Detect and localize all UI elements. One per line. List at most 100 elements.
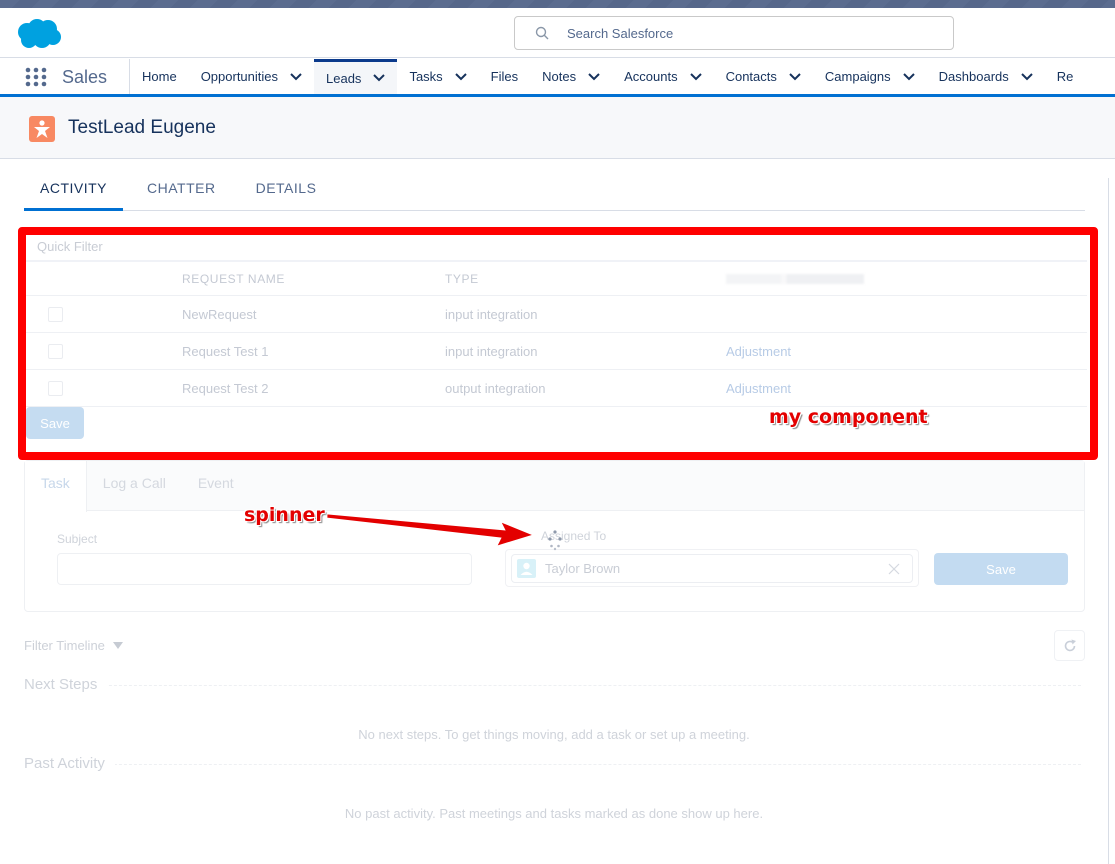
third-cell: Adjustment <box>726 333 791 369</box>
nav-item-notes[interactable]: Notes <box>530 59 612 94</box>
tab-chatter[interactable]: CHATTER <box>131 170 232 211</box>
publisher-tab-task[interactable]: Task <box>25 461 87 512</box>
nav-item-label: Contacts <box>725 69 777 84</box>
nav-item-accounts[interactable]: Accounts <box>612 59 713 94</box>
refresh-icon <box>1064 639 1076 651</box>
record-tabs: ACTIVITY CHATTER DETAILS <box>24 170 1085 211</box>
table-row: Request Test 2 output integration Adjustme… <box>26 370 1087 407</box>
next-steps-divider <box>24 685 1081 686</box>
row-checkbox[interactable] <box>48 380 63 396</box>
row-checkbox-cell <box>48 370 63 406</box>
table-row: NewRequest input integration <box>26 296 1087 333</box>
chevron-down-icon[interactable] <box>1021 72 1033 81</box>
filter-timeline[interactable]: Filter Timeline <box>24 638 123 653</box>
publisher-tab-log-a-call[interactable]: Log a Call <box>87 461 182 511</box>
adjustment-link[interactable]: Adjustment <box>726 344 791 359</box>
chevron-down-icon[interactable] <box>789 72 801 81</box>
nav-items: Home Opportunities Leads Tasks Files Notes Acc… <box>130 59 1085 94</box>
app-name: Sales <box>62 67 108 87</box>
nav-item-label: Files <box>490 69 519 84</box>
column-header-request-name[interactable]: REQUEST NAME <box>182 263 285 295</box>
adjustment-link[interactable]: Adjustment <box>726 381 791 396</box>
third-cell: Adjustment <box>726 370 791 406</box>
next-steps-empty-message: No next steps. To get things moving, add… <box>358 727 750 742</box>
blurred-region <box>726 274 864 284</box>
publisher-tabs: Task Log a Call Event <box>25 461 1084 512</box>
assigned-to-pill[interactable]: Taylor Brown <box>511 554 913 583</box>
assigned-to-field[interactable]: Taylor Brown <box>505 549 919 587</box>
table-header-row: REQUEST NAME TYPE <box>26 263 1087 296</box>
nav-item-campaigns[interactable]: Campaigns <box>813 59 927 94</box>
chevron-down-icon[interactable] <box>689 72 702 81</box>
chevron-down-icon[interactable] <box>373 74 386 82</box>
spinner-icon <box>548 530 562 551</box>
subject-input[interactable] <box>57 553 472 585</box>
search-input[interactable] <box>567 17 937 49</box>
nav-item-label: Leads <box>326 70 362 86</box>
assigned-to-value: Taylor Brown <box>545 561 621 576</box>
publisher-save-button[interactable]: Save <box>934 553 1068 585</box>
nav-item-contacts[interactable]: Contacts <box>714 59 813 94</box>
global-header <box>0 8 1115 58</box>
past-activity-title: Past Activity <box>24 755 115 772</box>
top-stripe <box>0 0 1115 8</box>
nav-item-label: Dashboards <box>938 69 1009 84</box>
tab-activity[interactable]: ACTIVITY <box>24 170 124 211</box>
past-activity-divider <box>24 764 1081 765</box>
row-checkbox[interactable] <box>48 343 63 359</box>
chevron-down-icon[interactable] <box>290 72 302 81</box>
refresh-button[interactable] <box>1054 630 1085 661</box>
nav-item-tasks[interactable]: Tasks <box>397 59 478 94</box>
caret-down-icon <box>112 642 123 649</box>
type-cell: input integration <box>445 306 538 322</box>
row-checkbox-cell <box>48 333 63 369</box>
column-header-type[interactable]: TYPE <box>445 263 479 295</box>
annotation-arrow-icon <box>326 513 535 547</box>
request-name-cell: Request Test 2 <box>182 380 269 396</box>
clear-icon[interactable] <box>888 563 900 575</box>
column-header-obscured <box>726 263 864 295</box>
nav-item-label: Notes <box>542 69 577 84</box>
chevron-down-icon[interactable] <box>902 72 915 81</box>
past-activity-empty-message: No past activity. Past meetings and task… <box>344 806 764 821</box>
data-table: REQUEST NAME TYPE NewRequest input integr… <box>26 263 1087 407</box>
tab-details[interactable]: DETAILS <box>240 170 333 211</box>
global-search[interactable] <box>514 16 954 50</box>
salesforce-logo[interactable] <box>15 18 63 50</box>
row-checkbox[interactable] <box>48 306 63 322</box>
app-launcher-icon[interactable] <box>24 67 48 87</box>
table-body: NewRequest input integration Request Test … <box>26 296 1087 407</box>
row-checkbox-cell <box>48 296 63 332</box>
quick-filter-input[interactable]: Quick Filter <box>26 234 1087 262</box>
nav-item-leads[interactable]: Leads <box>314 59 398 94</box>
nav-item-label: Accounts <box>624 69 678 84</box>
nav-item-label: Re <box>1056 69 1074 84</box>
publisher-tab-event[interactable]: Event <box>182 461 250 511</box>
nav-item-label: Tasks <box>409 69 443 84</box>
table-row: Request Test 1 input integration Adjustmen… <box>26 333 1087 370</box>
nav-item-re[interactable]: Re <box>1045 59 1086 94</box>
filter-timeline-label: Filter Timeline <box>24 638 105 653</box>
nav-item-opportunities[interactable]: Opportunities <box>189 59 314 94</box>
chevron-down-icon[interactable] <box>588 72 600 81</box>
request-name-cell: NewRequest <box>182 306 257 322</box>
nav-item-label: Home <box>142 69 177 84</box>
nav-item-label: Opportunities <box>200 69 279 84</box>
nav-item-files[interactable]: Files <box>479 59 530 94</box>
nav-bar: Sales Home Opportunities Leads Tasks Files No… <box>0 59 1115 97</box>
annotation-spinner-label: spinner <box>244 504 325 526</box>
type-cell: input integration <box>445 343 538 359</box>
nav-item-home[interactable]: Home <box>130 59 189 94</box>
request-name-cell: Request Test 1 <box>182 343 269 359</box>
chevron-down-icon[interactable] <box>454 72 467 81</box>
lead-icon <box>29 116 55 142</box>
subject-label: Subject <box>57 532 98 546</box>
nav-item-label: Campaigns <box>824 69 891 84</box>
nav-item-dashboards[interactable]: Dashboards <box>927 59 1045 94</box>
search-icon <box>535 26 549 40</box>
component-save-button[interactable]: Save <box>26 407 84 439</box>
type-cell: output integration <box>445 380 546 396</box>
annotation-component-label: my component <box>769 406 928 428</box>
scroll-divider <box>1108 178 1109 864</box>
user-icon <box>517 559 536 578</box>
